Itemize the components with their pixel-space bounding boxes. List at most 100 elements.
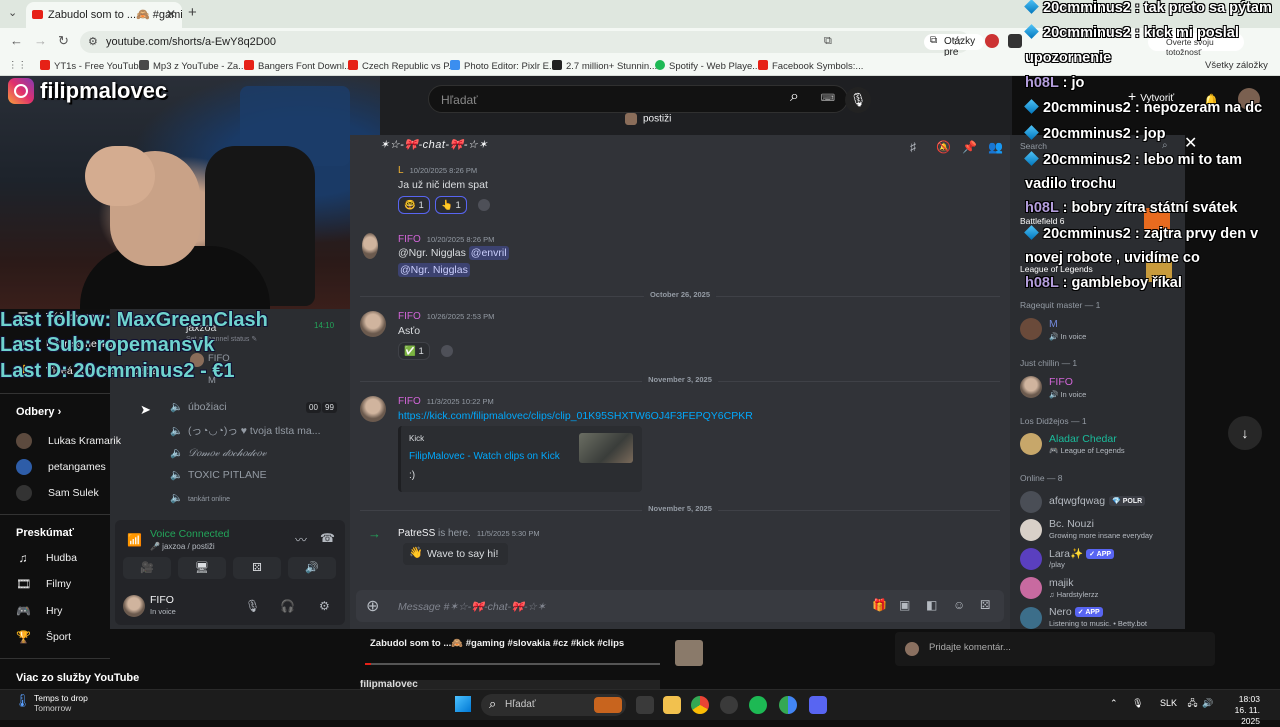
mention[interactable]: @Ngr. Nigglas [398,263,470,277]
member-avatar[interactable] [1020,376,1042,398]
star-icon[interactable]: ☆ [952,34,963,48]
reaction-button[interactable]: 👆 1 [435,196,467,214]
reaction-button[interactable]: 🤓 1 [398,196,430,214]
forward-icon[interactable]: → [34,33,47,48]
comment-box[interactable]: Pridajte komentár... [895,632,1215,666]
user-avatar[interactable] [362,233,378,259]
member-avatar[interactable] [1020,519,1042,541]
app-icon[interactable] [720,696,738,714]
weather-widget[interactable]: 🌡 Temps to drop Tomorrow [14,693,88,713]
emoji-icon[interactable]: ☺ [953,598,965,612]
keyboard-icon[interactable]: ⌨ [821,93,835,104]
bookmark-item[interactable]: Spotify - Web Playe... [655,60,760,72]
member-avatar[interactable] [1020,548,1042,570]
new-tab-icon[interactable]: + [188,4,197,21]
member-avatar[interactable] [1020,607,1042,629]
task-view-icon[interactable] [636,696,654,714]
subscription-item[interactable]: petangames [16,459,106,475]
voice-channel[interactable]: 🔈 (っ◔◡◔)っ ♥ tvoja tlsta ma... [170,423,321,438]
disconnect-icon[interactable]: ☎ [320,531,335,545]
add-reaction-icon[interactable] [441,345,453,357]
member-name[interactable]: afqwgfqwag 💎 POLR [1049,495,1146,507]
voice-channel[interactable]: 🔈 úbožiaci [170,400,227,413]
bookmark-item[interactable]: Czech Republic vs P... [348,60,456,72]
voice-status[interactable]: Voice Connected [150,528,229,540]
clock[interactable]: 18:03 16. 11. 2025 [1220,694,1260,727]
install-icon[interactable]: ⧉ [824,35,832,48]
notification-settings-icon[interactable]: 🔕 [936,140,951,154]
member-name[interactable]: Bc. Nouzi [1049,518,1094,530]
voice-channel[interactable]: 🔈 𝒟𝑜𝓂𝑜𝓋 𝒹𝑜𝒸𝒽𝑜𝒹𝒸𝑜𝓋 [170,446,267,460]
member-name[interactable]: majik [1049,577,1074,589]
sidebar-item-music[interactable]: ♫ Hudba [16,551,77,565]
next-video-preview[interactable]: filipmalovec [360,680,660,689]
message-author[interactable]: FIFO 11/3/2025 10:22 PM [398,396,494,407]
activity-game[interactable]: Battlefield 6 [1020,216,1064,226]
noise-suppression-icon[interactable]: 〰 [295,531,307,548]
mention[interactable]: @envril [468,246,509,260]
video-title[interactable]: Zabudol som to ...🙈 #gaming #slovakia #c… [370,638,624,649]
bookmark-item[interactable]: Facebook Symbols:... [758,60,863,72]
embed-title[interactable]: FilipMalovec - Watch clips on Kick [409,451,560,462]
video-progress-bar[interactable] [365,663,660,665]
bookmark-item[interactable]: Photo Editor: Pixlr E... [450,60,557,72]
reload-icon[interactable]: ↻ [58,33,69,49]
sidebar-item-sport[interactable]: 🏆 Šport [16,630,71,644]
voice-channel[interactable]: 🔈 tankárt online [170,491,230,504]
sticker-icon[interactable]: ◧ [926,598,937,612]
bookmark-item[interactable]: YT1s - Free YouTub... [40,60,147,72]
sidebar-item-games[interactable]: 🎮 Hry [16,604,62,618]
member-name[interactable]: Lara✨ ✓ APP [1049,547,1115,560]
bookmark-item[interactable]: Bangers Font Downl... [244,60,352,72]
member-avatar[interactable] [1020,491,1042,513]
embed-thumbnail[interactable] [579,433,633,463]
member-name[interactable]: FIFO [1049,376,1073,388]
attach-icon[interactable]: ⊕ [366,596,379,616]
user-avatar[interactable] [123,595,145,617]
mic-tray-icon[interactable]: 🎙 [1132,698,1143,708]
message-author[interactable]: FIFO 10/26/2025 2:53 PM [398,311,494,322]
sidebar-item-films[interactable]: 🎞 Filmy [16,577,71,591]
reaction-button[interactable]: ✅ 1 [398,342,430,360]
voice-channel[interactable]: 🔈 TOXIC PITLANE [170,468,267,481]
volume-icon[interactable]: 🔊 [1202,698,1213,708]
gift-icon[interactable]: 🎁 [872,598,887,612]
member-search[interactable]: Search [1020,141,1047,151]
apps-icon[interactable]: ⋮⋮ [8,60,27,71]
username[interactable]: FIFO [150,594,174,606]
settings-gear-icon[interactable]: ⚙ [319,599,330,613]
back-icon[interactable]: ← [10,33,23,48]
spotify-icon[interactable] [749,696,767,714]
pinned-messages-icon[interactable]: 📌 [962,140,977,154]
subscription-item[interactable]: Lukas Kramarik [16,433,121,449]
tab-menu-icon[interactable]: ⌄ [8,6,17,19]
site-info-icon[interactable]: ⚙ [88,35,98,48]
member-name[interactable]: M [1049,318,1058,330]
extension-icon[interactable] [985,34,999,48]
network-icon[interactable]: 🖧 [1188,698,1198,708]
microphone-icon[interactable]: 🎙 [245,599,260,613]
browser-tab[interactable]: Zabudol som to ...🙈 #gaming ✕ [26,2,182,28]
windows-start-icon[interactable] [455,696,471,712]
apps-icon[interactable]: ⚄ [980,598,990,612]
member-avatar[interactable] [1020,318,1042,340]
soundboard-button[interactable]: 🔊 [288,557,336,579]
discord-icon[interactable] [809,696,827,714]
member-avatar[interactable] [1020,577,1042,599]
user-avatar[interactable] [360,396,386,422]
member-list-icon[interactable]: 👥 [988,140,1003,154]
file-explorer-icon[interactable] [663,696,681,714]
bookmark-item[interactable]: 2.7 million+ Stunnin... [552,60,657,72]
all-bookmarks[interactable]: Všetky záložky [1205,60,1268,71]
chrome-icon[interactable] [691,696,709,714]
wave-button[interactable]: Wave to say hi! [403,543,509,565]
user-avatar[interactable] [360,311,386,337]
member-name[interactable]: Nero ✓ APP [1049,606,1103,618]
screen-share-button[interactable]: 🖥 [178,557,226,579]
add-reaction-icon[interactable] [478,199,490,211]
scroll-down-button[interactable]: ↓ [1228,416,1262,450]
youtube-search-input[interactable]: Hľadať ⌨ [428,85,848,113]
search-icon[interactable]: ⌕ [790,88,799,106]
bookmark-item[interactable]: Mp3 z YouTube - Za... [139,60,246,72]
video-thumbnail[interactable] [675,640,703,666]
